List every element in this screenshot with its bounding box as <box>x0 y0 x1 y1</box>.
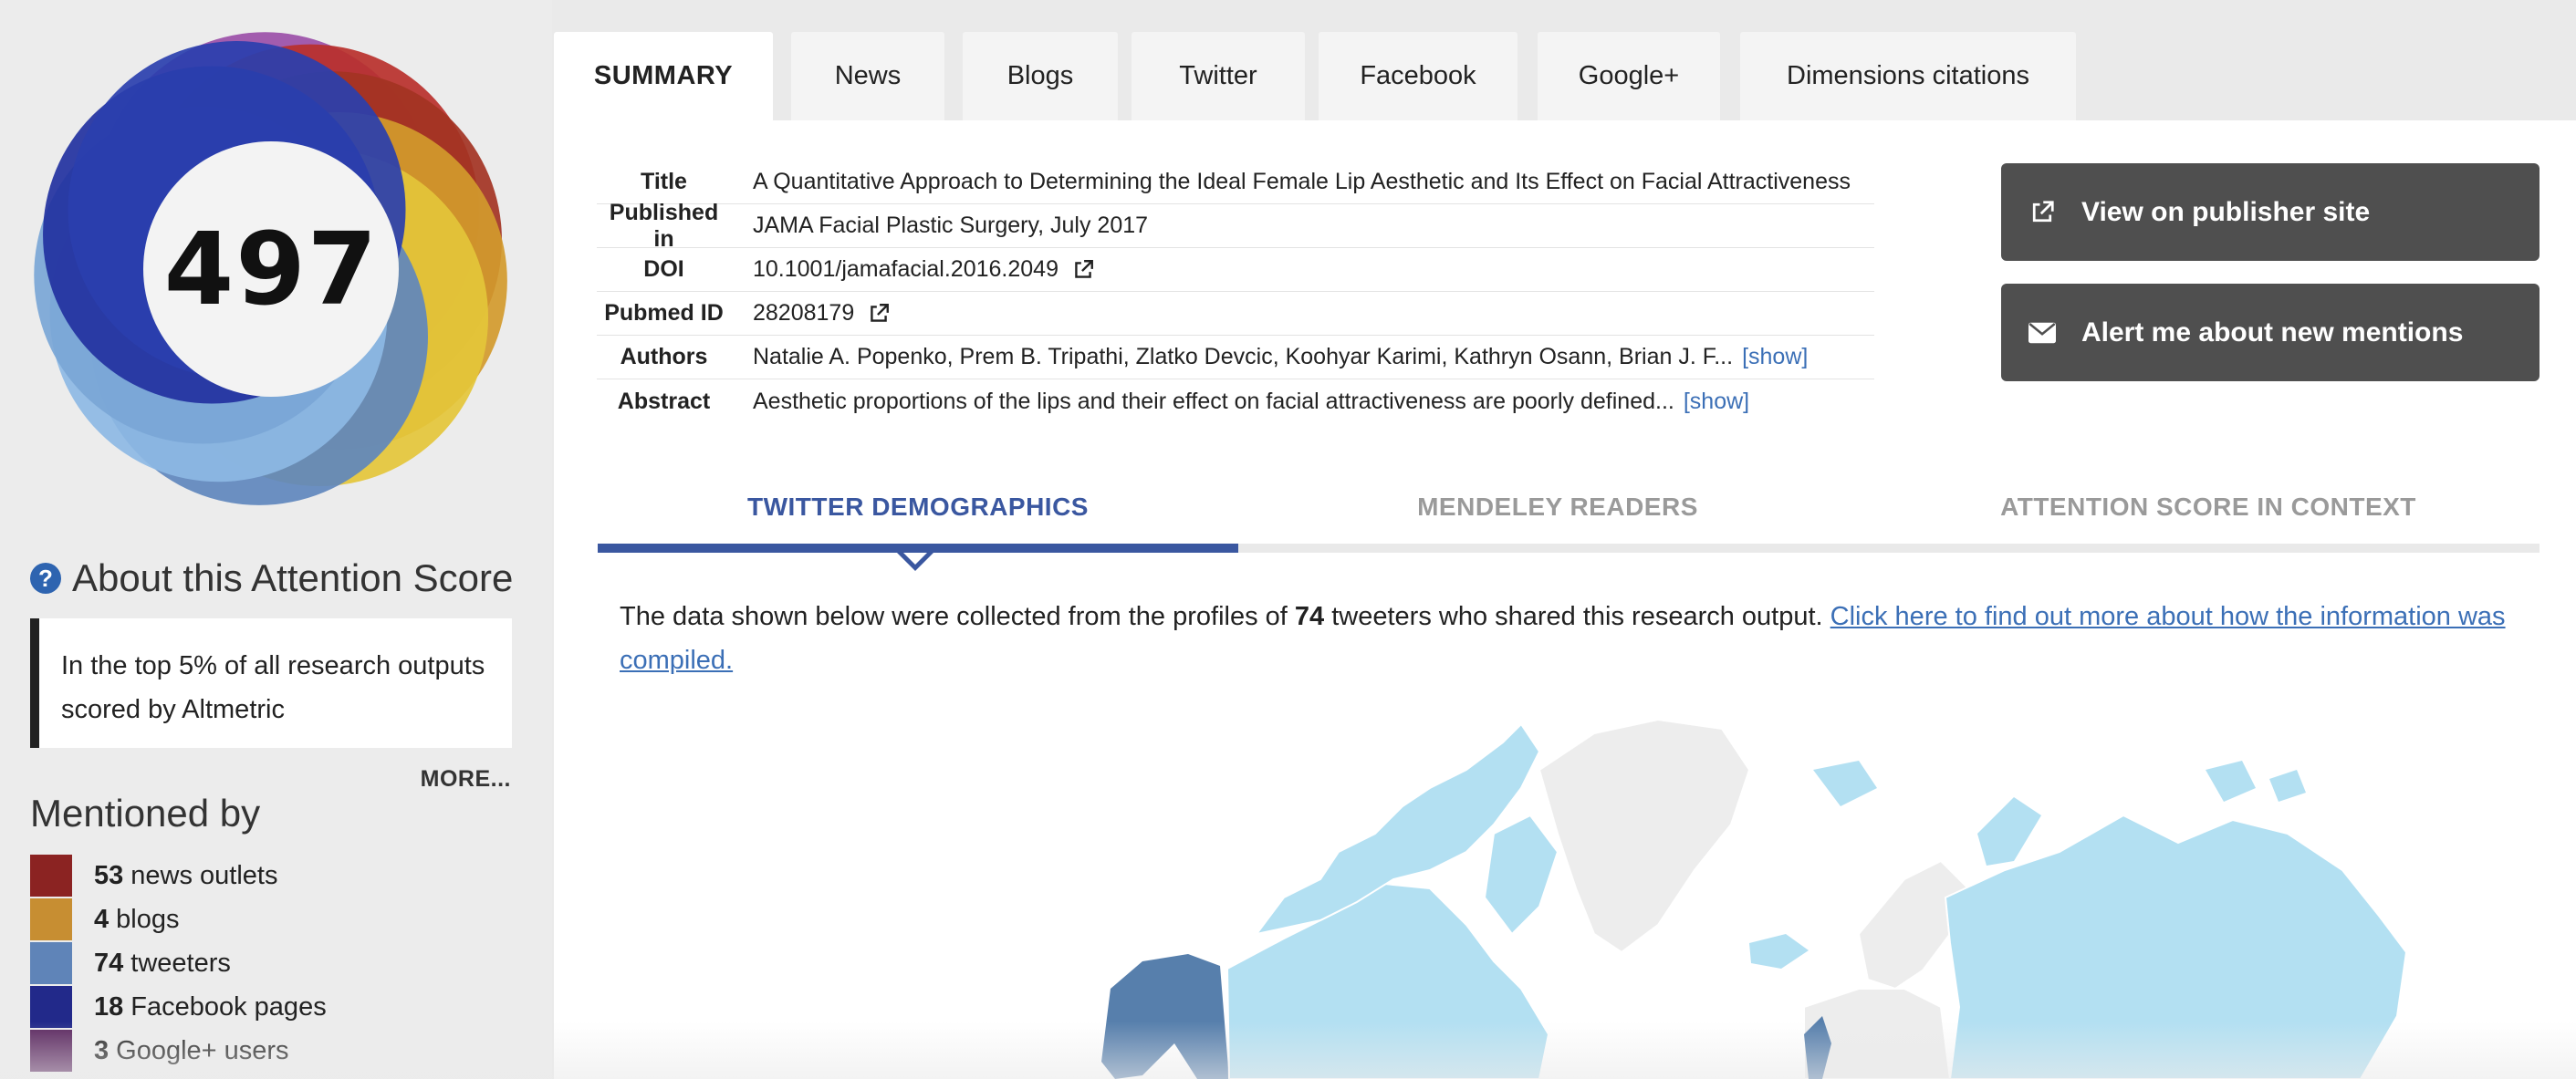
authors-value: Natalie A. Popenko, Prem B. Tripathi, Zl… <box>753 344 1808 370</box>
about-score-title: About this Attention Score <box>72 556 514 599</box>
main-panel: SUMMARY News Blogs Twitter Facebook Goog… <box>554 0 2576 1079</box>
tab-dimensions-citations[interactable]: Dimensions citations <box>1740 32 2076 120</box>
authors-label: Authors <box>620 344 708 369</box>
map-region-iceland[interactable] <box>1749 934 1809 969</box>
map-region-svalbard[interactable] <box>1813 761 1877 806</box>
mention-tweeters[interactable]: 74 tweeters <box>30 941 327 985</box>
alert-mentions-label: Alert me about new mentions <box>2081 316 2464 348</box>
map-region-severnaya-zemlya[interactable] <box>2206 761 2256 802</box>
abstract-label: Abstract <box>617 388 711 414</box>
tweeters-color-swatch <box>30 942 72 984</box>
tab-news[interactable]: News <box>791 32 944 120</box>
detail-row-title: Title A Quantitative Approach to Determi… <box>597 161 1874 204</box>
doi-value[interactable]: 10.1001/jamafacial.2016.2049 <box>753 256 1095 283</box>
pubmed-text[interactable]: 28208179 <box>753 300 854 327</box>
details-table: Title A Quantitative Approach to Determi… <box>597 161 1874 423</box>
external-link-icon <box>2032 200 2054 222</box>
external-link-icon[interactable] <box>867 302 891 326</box>
doi-label: DOI <box>643 256 684 282</box>
twitter-demographics-description: The data shown below were collected from… <box>620 595 2518 682</box>
doi-text[interactable]: 10.1001/jamafacial.2016.2049 <box>753 256 1059 283</box>
mention-blogs[interactable]: 4 blogs <box>30 897 327 941</box>
map-region-greenland[interactable] <box>1538 718 1751 954</box>
detail-row-published: Published in JAMA Facial Plastic Surgery… <box>597 200 1874 252</box>
tab-facebook[interactable]: Facebook <box>1319 32 1517 120</box>
blogs-color-swatch <box>30 898 72 940</box>
news-color-swatch <box>30 855 72 897</box>
tweeter-count: 74 <box>1294 602 1325 631</box>
view-publisher-label: View on publisher site <box>2081 196 2371 227</box>
show-authors-link[interactable]: [show] <box>1742 344 1808 370</box>
mention-count: 18 <box>94 991 124 1022</box>
score-context-box: In the top 5% of all research outputs sc… <box>30 618 512 748</box>
detail-row-doi: DOI 10.1001/jamafacial.2016.2049 <box>597 248 1874 292</box>
tab-bar: SUMMARY News Blogs Twitter Facebook Goog… <box>554 32 2576 120</box>
sidebar: 497 ? About this Attention Score In the … <box>0 0 552 1079</box>
abstract-value: Aesthetic proportions of the lips and th… <box>753 389 1749 415</box>
attention-score-value[interactable]: 497 <box>141 155 402 383</box>
article-title: A Quantitative Approach to Determining t… <box>753 169 1851 194</box>
world-map[interactable] <box>955 715 2415 1079</box>
subtab-active-indicator <box>598 544 1238 553</box>
detail-row-authors: Authors Natalie A. Popenko, Prem B. Trip… <box>597 336 1874 379</box>
mentioned-by-heading: Mentioned by <box>30 792 261 835</box>
mention-count: 3 <box>94 1035 110 1065</box>
abstract-text: Aesthetic proportions of the lips and th… <box>753 388 1674 414</box>
tab-summary[interactable]: SUMMARY <box>554 32 773 120</box>
mention-count: 53 <box>94 860 124 890</box>
subtab-attention-context[interactable]: ATTENTION SCORE IN CONTEXT <box>1877 471 2539 544</box>
pubmed-label: Pubmed ID <box>604 300 724 326</box>
map-region-novaya-zemlya[interactable] <box>1977 797 2041 866</box>
tab-blogs[interactable]: Blogs <box>963 32 1118 120</box>
mention-facebook[interactable]: 18 Facebook pages <box>30 985 327 1029</box>
authors-text: Natalie A. Popenko, Prem B. Tripathi, Zl… <box>753 344 1734 369</box>
desc-text-before: The data shown below were collected from… <box>620 602 1295 631</box>
alert-mentions-button[interactable]: Alert me about new mentions <box>2001 284 2539 381</box>
envelope-icon <box>2028 322 2056 343</box>
mention-list: 53 news outlets 4 blogs 74 tweeters 18 F… <box>30 854 327 1073</box>
published-label: Published in <box>609 199 719 252</box>
summary-content: Title A Quantitative Approach to Determi… <box>554 120 2576 1079</box>
mention-count: 74 <box>94 948 124 978</box>
title-label: Title <box>641 169 687 194</box>
mention-googleplus[interactable]: 3 Google+ users <box>30 1029 327 1073</box>
detail-row-pubmed: Pubmed ID 28208179 <box>597 292 1874 336</box>
about-score-heading[interactable]: ? About this Attention Score <box>30 556 513 600</box>
mention-label: tweeters <box>130 948 231 978</box>
map-region-new-siberian-islands[interactable] <box>2269 770 2306 802</box>
external-link-icon[interactable] <box>1071 258 1095 282</box>
subtab-twitter-demographics[interactable]: TWITTER DEMOGRAPHICS <box>598 471 1238 544</box>
view-publisher-button[interactable]: View on publisher site <box>2001 163 2539 261</box>
facebook-color-swatch <box>30 986 72 1028</box>
mention-label: blogs <box>116 904 180 934</box>
subtab-mendeley-readers[interactable]: MENDELEY READERS <box>1238 471 1877 544</box>
googleplus-color-swatch <box>30 1030 72 1072</box>
tab-googleplus[interactable]: Google+ <box>1538 32 1720 120</box>
map-region-alaska[interactable] <box>1101 954 1229 1079</box>
mention-count: 4 <box>94 904 110 934</box>
mention-label: news outlets <box>130 860 278 890</box>
help-icon[interactable]: ? <box>30 563 61 594</box>
more-link[interactable]: MORE... <box>420 766 511 793</box>
map-region-baffin-island[interactable] <box>1483 814 1559 936</box>
desc-text-after: tweeters who shared this research output… <box>1324 602 1830 631</box>
caret-down-icon <box>897 553 933 571</box>
mention-label: Google+ users <box>116 1035 289 1065</box>
pubmed-value[interactable]: 28208179 <box>753 300 891 327</box>
show-abstract-link[interactable]: [show] <box>1684 389 1749 415</box>
mention-news[interactable]: 53 news outlets <box>30 854 327 897</box>
tab-twitter[interactable]: Twitter <box>1132 32 1305 120</box>
mention-label: Facebook pages <box>130 991 327 1022</box>
published-in: JAMA Facial Plastic Surgery, July 2017 <box>753 213 1149 238</box>
detail-row-abstract: Abstract Aesthetic proportions of the li… <box>597 379 1874 423</box>
